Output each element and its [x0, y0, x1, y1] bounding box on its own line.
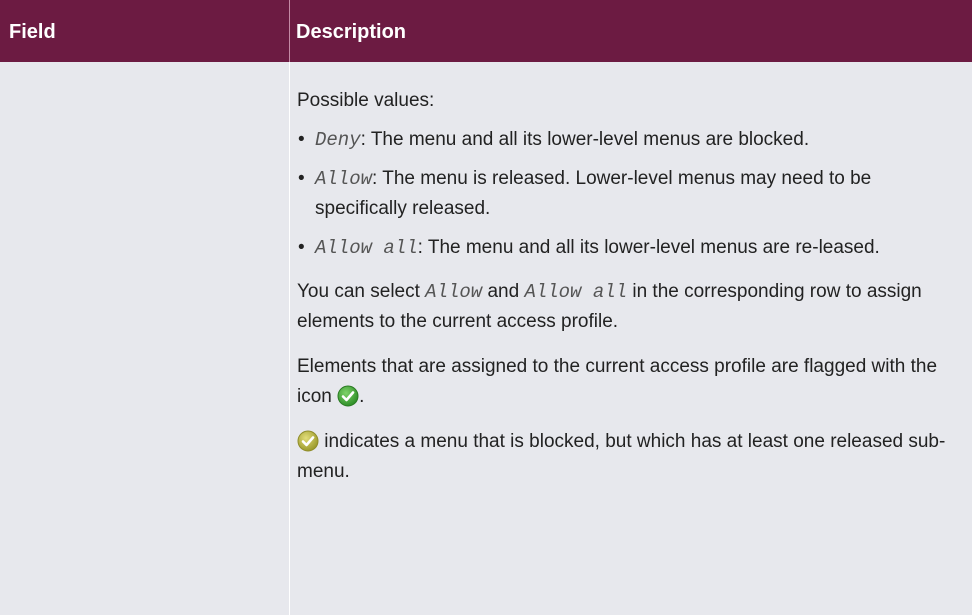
parameter-table: Field Description Possible values: • Den… — [0, 0, 972, 615]
check-circle-olive-icon — [297, 430, 319, 452]
description-cell: Possible values: • Deny: The menu and al… — [297, 86, 957, 487]
value-code: Allow — [315, 168, 373, 190]
value-description: : The menu is released. Lower-level menu… — [315, 168, 872, 219]
column-header-description: Description — [296, 21, 407, 43]
select-note-code-allow-all: Allow all — [524, 281, 628, 303]
select-note: You can select Allow and Allow all in th… — [297, 277, 957, 337]
value-code: Deny — [315, 129, 361, 151]
assigned-note-end: . — [359, 386, 365, 407]
list-item: • Deny: The menu and all its lower-level… — [297, 125, 957, 155]
header-divider — [289, 0, 290, 62]
check-circle-green-icon — [337, 385, 359, 407]
blocked-note-text: indicates a menu that is blocked, but wh… — [297, 431, 946, 482]
select-note-middle: and — [482, 281, 525, 302]
bullet-icon: • — [298, 129, 305, 150]
value-code: Allow all — [315, 237, 418, 259]
assigned-note: Elements that are assigned to the curren… — [297, 352, 957, 412]
select-note-before: You can select — [297, 281, 426, 302]
list-item: • Allow all: The menu and all its lower-… — [297, 233, 957, 263]
bullet-icon: • — [298, 237, 305, 258]
column-divider — [289, 62, 290, 615]
blocked-note: indicates a menu that is blocked, but wh… — [297, 427, 957, 487]
possible-values-intro: Possible values: — [297, 90, 435, 111]
select-note-code-allow: Allow — [425, 281, 483, 303]
table-header: Field Description — [0, 0, 972, 62]
value-description: : The menu and all its lower-level menus… — [360, 129, 810, 150]
column-header-field: Field — [9, 21, 56, 43]
assigned-note-text: Elements that are assigned to the curren… — [297, 356, 938, 407]
list-item: • Allow: The menu is released. Lower-lev… — [297, 164, 957, 224]
value-description: : The menu and all its lower-level menus… — [417, 237, 880, 258]
possible-values-list: • Deny: The menu and all its lower-level… — [297, 125, 957, 263]
bullet-icon: • — [298, 168, 305, 189]
